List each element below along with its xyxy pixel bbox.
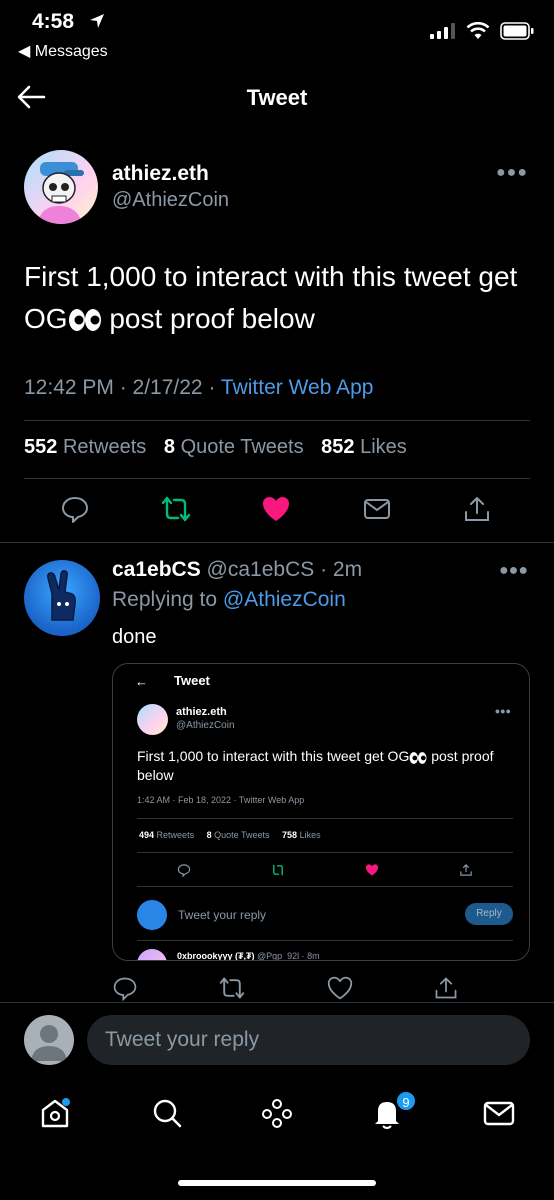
peace-hand-icon bbox=[47, 570, 76, 621]
messages-mail-icon[interactable] bbox=[482, 1096, 516, 1130]
tweet-stats: 552 Retweets 8 Quote Tweets 852 Likes bbox=[24, 436, 419, 459]
embed-author-name: athiez.eth bbox=[176, 706, 227, 718]
embed-reply-avatar bbox=[137, 900, 167, 930]
embed-next-name: 0xbroookyyy (₮,₮) bbox=[177, 951, 255, 961]
page-header: Tweet bbox=[0, 70, 554, 126]
embed-author-handle: @AthiezCoin bbox=[176, 720, 235, 731]
direct-message-icon[interactable] bbox=[362, 494, 392, 524]
embed-tweet-text: First 1,000 to interact with this tweet … bbox=[137, 748, 494, 783]
home-indicator[interactable] bbox=[178, 1180, 376, 1186]
retweets-stat[interactable]: 552 Retweets bbox=[24, 436, 146, 458]
more-options-icon[interactable]: ●●● bbox=[496, 164, 528, 182]
notifications-badge: 9 bbox=[395, 1090, 417, 1112]
tweet-source-link[interactable]: Twitter Web App bbox=[221, 376, 374, 399]
reply-share-icon[interactable] bbox=[433, 975, 459, 1001]
embed-more-icon: ●●● bbox=[494, 706, 511, 716]
embed-divider bbox=[137, 940, 513, 941]
embed-divider bbox=[137, 886, 513, 887]
embed-reply-placeholder: Tweet your reply bbox=[178, 908, 267, 922]
wifi-icon bbox=[466, 22, 490, 39]
like-heart-icon[interactable] bbox=[261, 494, 291, 524]
embed-reply-button: Reply bbox=[465, 903, 513, 925]
reply-author-name[interactable]: ca1ebCS bbox=[112, 558, 201, 581]
embed-eyes-emoji-icon bbox=[409, 752, 427, 764]
author-name[interactable]: athiez.eth bbox=[112, 162, 209, 186]
page-title: Tweet bbox=[246, 85, 308, 110]
embed-title: Tweet bbox=[174, 673, 210, 688]
signal-icon bbox=[430, 23, 455, 39]
embed-next-avatar bbox=[137, 949, 167, 960]
embed-share-icon bbox=[460, 864, 472, 876]
search-icon[interactable] bbox=[150, 1096, 184, 1130]
embed-next-tweet: 0xbroookyyy (₮,₮) @Pgp_92l · 8m bbox=[137, 946, 517, 961]
tweet-meta: 12:42 PM · 2/17/22 · Twitter Web App bbox=[24, 376, 373, 400]
author-avatar[interactable] bbox=[24, 150, 98, 224]
embed-retweet-icon bbox=[273, 864, 283, 876]
reply-input[interactable]: Tweet your reply bbox=[87, 1015, 530, 1065]
tweet-actions bbox=[0, 494, 554, 530]
tweet-text-part2: post proof below bbox=[101, 303, 315, 334]
embed-divider bbox=[137, 852, 513, 853]
likes-stat[interactable]: 852 Likes bbox=[321, 436, 407, 458]
reply-author-avatar[interactable] bbox=[24, 560, 100, 636]
quote-tweets-stat[interactable]: 8 Quote Tweets bbox=[164, 436, 304, 458]
divider bbox=[24, 420, 530, 421]
embed-reply-icon bbox=[177, 864, 191, 877]
location-arrow-icon bbox=[90, 14, 104, 28]
share-icon[interactable] bbox=[462, 494, 492, 524]
reply-actions bbox=[0, 975, 554, 1003]
eyes-emoji-icon bbox=[68, 309, 101, 331]
embed-next-handle: @Pgp_92l · 8m bbox=[254, 951, 320, 961]
spaces-icon[interactable] bbox=[260, 1096, 294, 1130]
status-bar: 4:58 ◀ Messages bbox=[0, 0, 554, 68]
divider bbox=[24, 478, 530, 479]
attached-screenshot[interactable]: ← Tweet athiez.eth @AthiezCoin ●●● First… bbox=[112, 663, 530, 961]
battery-icon bbox=[500, 22, 534, 40]
bottom-tab-bar bbox=[0, 1086, 554, 1146]
retweet-icon[interactable] bbox=[161, 494, 191, 524]
tweet-text: First 1,000 to interact with this tweet … bbox=[24, 256, 524, 340]
replying-to: Replying to @AthiezCoin bbox=[112, 588, 346, 611]
embed-stats: 494 Retweets 8 Quote Tweets 758 Likes bbox=[139, 830, 321, 840]
embed-reply-row: Tweet your reply Reply bbox=[137, 900, 513, 930]
tweet-timestamp: 12:42 PM · 2/17/22 · bbox=[24, 376, 221, 399]
skull-avatar-icon bbox=[38, 162, 84, 224]
reply-retweet-icon[interactable] bbox=[219, 975, 245, 1001]
embed-divider bbox=[137, 818, 513, 819]
status-icons bbox=[430, 22, 534, 40]
reply-header: ca1ebCS @ca1ebCS · 2m bbox=[112, 558, 362, 582]
replying-to-link[interactable]: @AthiezCoin bbox=[223, 588, 346, 611]
reply-icon[interactable] bbox=[60, 494, 90, 524]
embed-like-icon bbox=[365, 864, 379, 876]
default-user-icon bbox=[31, 1025, 67, 1061]
back-to-messages[interactable]: ◀ Messages bbox=[18, 41, 108, 61]
clock: 4:58 bbox=[32, 10, 75, 33]
divider bbox=[0, 542, 554, 543]
author-handle[interactable]: @AthiezCoin bbox=[112, 189, 229, 212]
reply-text: done bbox=[112, 626, 157, 648]
reply-like-icon[interactable] bbox=[327, 975, 353, 1001]
home-icon[interactable] bbox=[38, 1096, 72, 1130]
embed-back-arrow: ← bbox=[135, 674, 148, 689]
my-avatar[interactable] bbox=[24, 1015, 74, 1065]
reply-more-options-icon[interactable]: ●●● bbox=[499, 562, 528, 580]
divider bbox=[0, 1002, 554, 1003]
reply-reply-icon[interactable] bbox=[112, 975, 138, 1001]
embed-author-avatar bbox=[137, 704, 168, 735]
reply-handle-time[interactable]: @ca1ebCS · 2m bbox=[201, 558, 363, 581]
embed-meta: 1:42 AM · Feb 18, 2022 · Twitter Web App bbox=[137, 795, 305, 805]
